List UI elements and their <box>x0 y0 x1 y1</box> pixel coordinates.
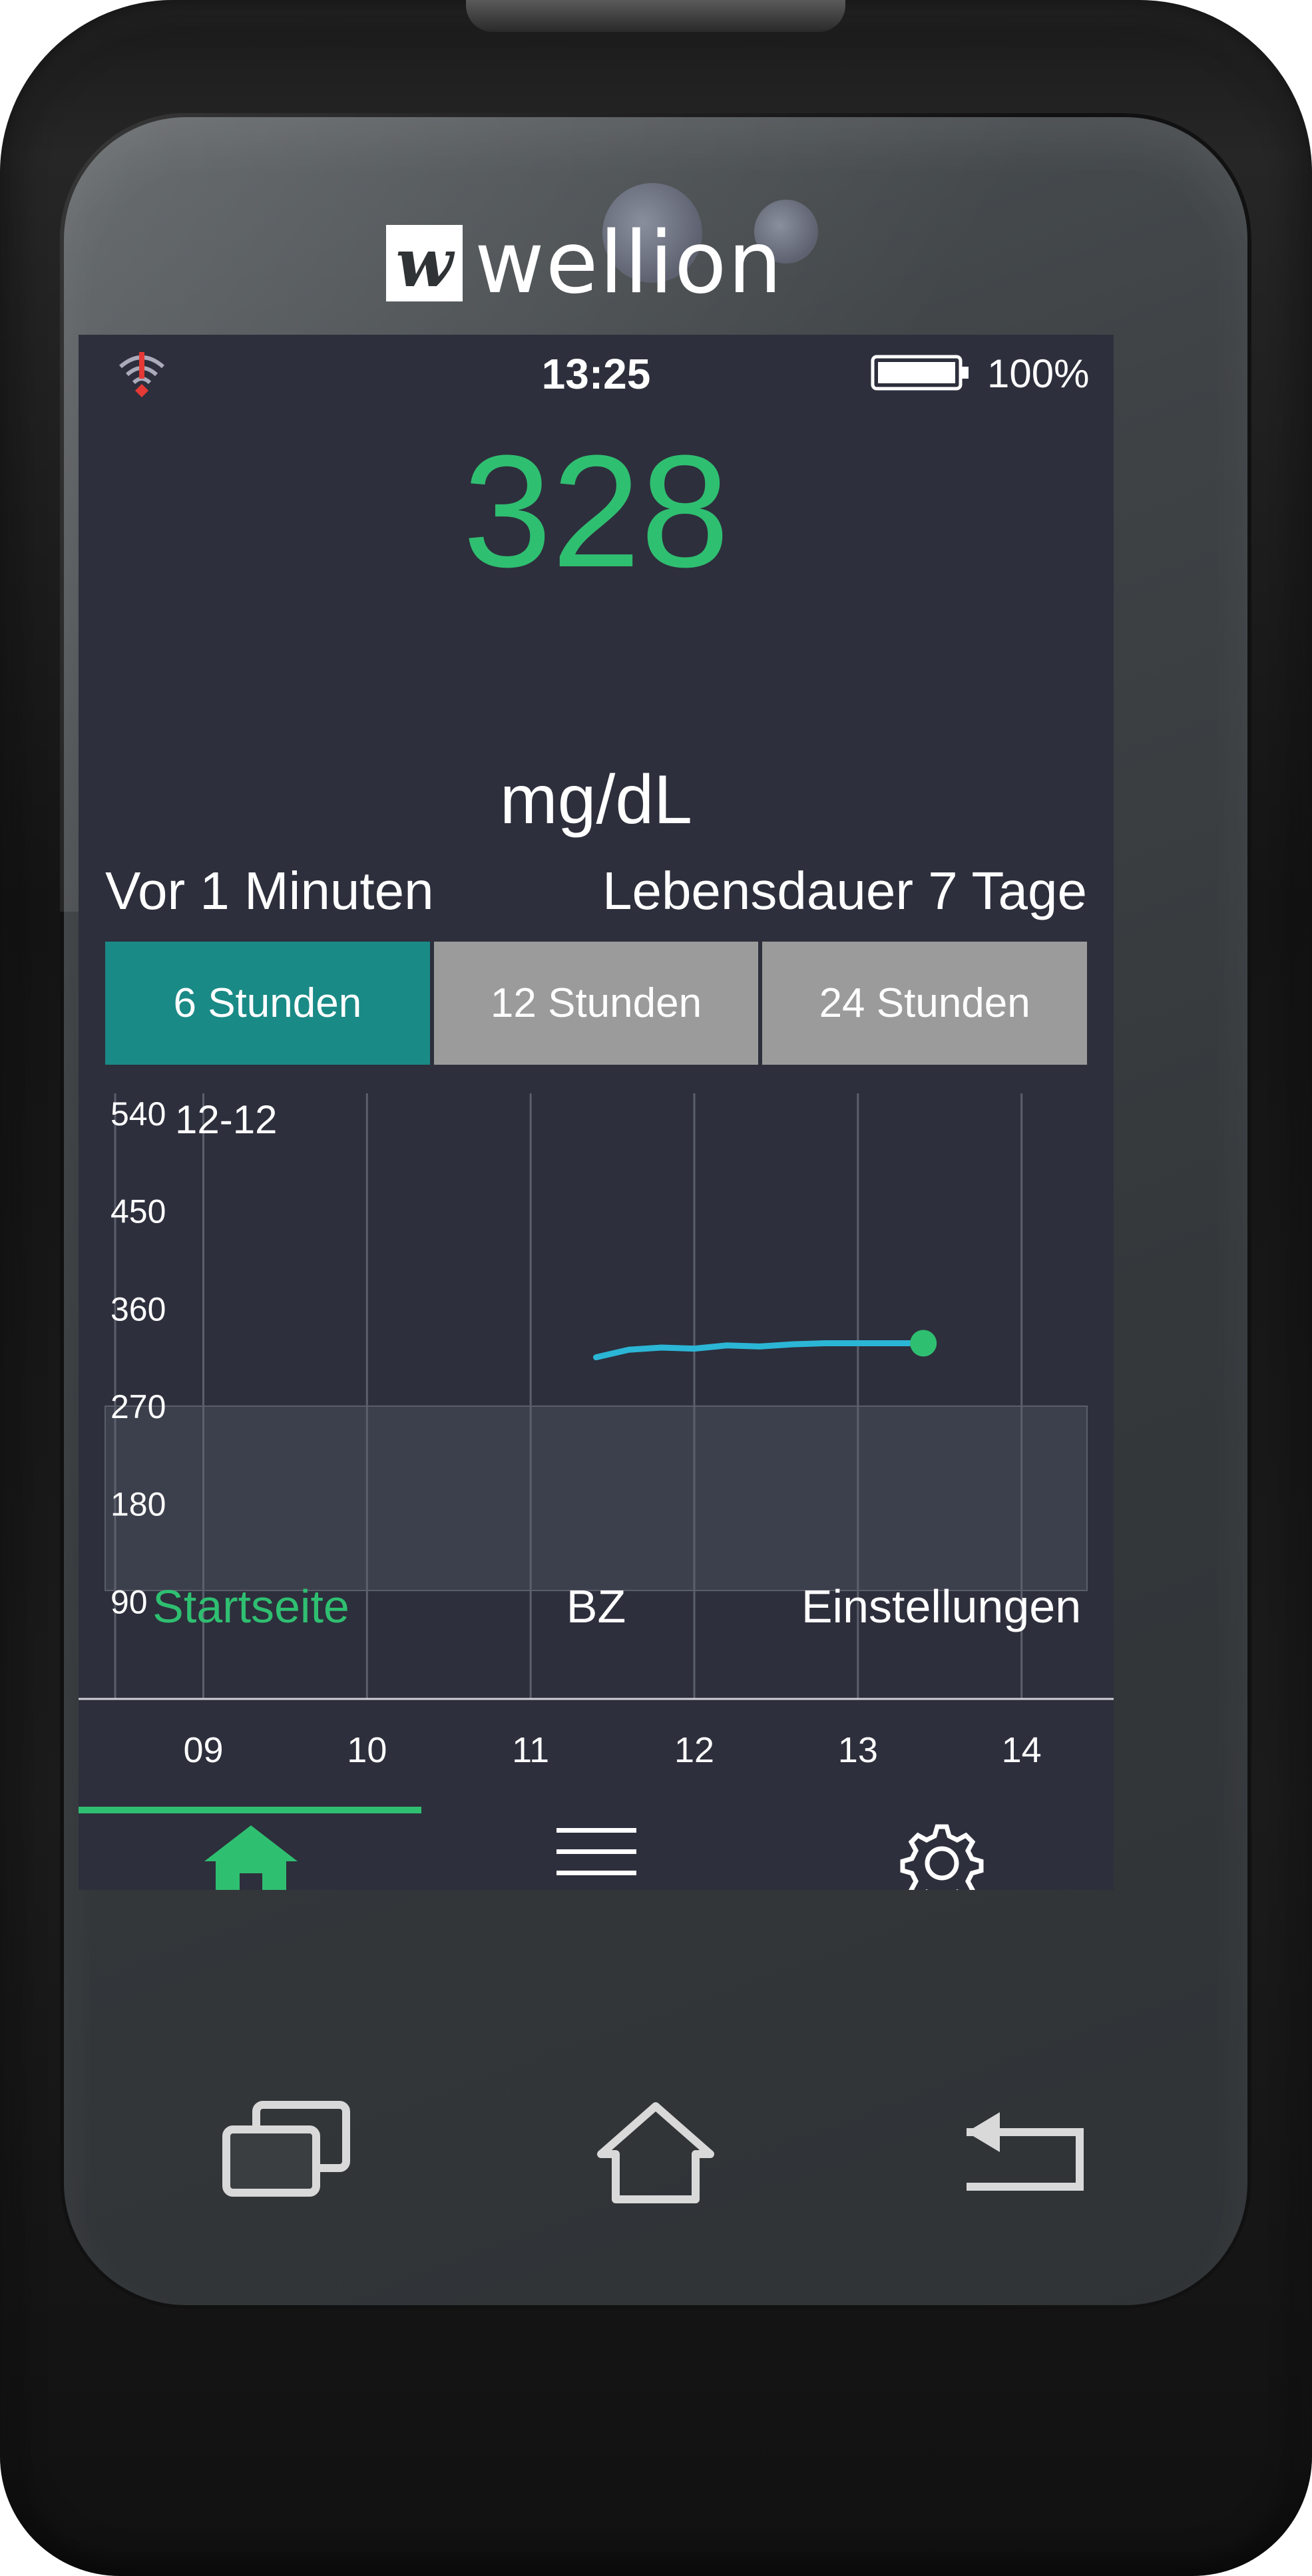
glucose-meter-device: w wellion 13:25 100% 328 mg/dL Vor 1 Min… <box>0 0 1312 2576</box>
nav-label-startseite: Startseite <box>152 1580 349 1632</box>
back-icon[interactable] <box>959 2110 1098 2196</box>
data-point <box>594 1355 598 1360</box>
glucose-chart-svg: 5404503602701809009 10 11 12 13 1412-12 <box>79 1093 1114 1770</box>
latest-reading-point <box>910 1330 937 1357</box>
reading-age: Vor 1 Minuten <box>105 861 434 920</box>
home-icon <box>204 1825 298 1890</box>
glucose-chart: 540 450 360 270 180 90 09 10 11 12 13 14 12-12 <box>79 1073 1114 1805</box>
data-point <box>823 1341 827 1346</box>
recent-apps-icon[interactable] <box>220 2100 353 2199</box>
device-top-port <box>466 0 845 32</box>
data-point <box>626 1348 631 1352</box>
glucose-value: 328 <box>463 422 730 600</box>
x-tick-label: 14 <box>1002 1730 1042 1770</box>
data-point <box>659 1346 664 1350</box>
y-tick-label: 450 <box>110 1193 166 1230</box>
y-tick-label: 540 <box>110 1095 166 1133</box>
chart-date-label: 12-12 <box>175 1097 277 1142</box>
data-point <box>855 1341 860 1346</box>
battery-icon <box>871 355 969 391</box>
active-nav-indicator <box>79 1807 421 1813</box>
gear-icon <box>900 1824 984 1890</box>
tab-6-hours[interactable]: 6 Stunden <box>105 942 430 1065</box>
screen: 13:25 100% 328 mg/dL Vor 1 Minuten Leben… <box>79 335 1114 1890</box>
data-point <box>790 1342 795 1347</box>
nav-item-einstellungen[interactable] <box>769 1813 1114 1890</box>
nav-item-startseite[interactable] <box>79 1813 423 1890</box>
glucose-unit: mg/dL <box>499 761 693 838</box>
y-tick-label: 180 <box>110 1486 166 1523</box>
x-tick-label: 09 <box>183 1730 223 1770</box>
data-point <box>889 1341 893 1346</box>
sensor-lifetime: Lebensdauer 7 Tage <box>602 861 1087 920</box>
time-range-tabs: 6 Stunden 12 Stunden 24 Stunden <box>105 942 1088 1065</box>
y-tick-label: 270 <box>110 1388 166 1425</box>
nav-label-bz: BZ <box>566 1580 626 1632</box>
brand-name: wellion <box>475 213 783 313</box>
target-range-band <box>105 1405 1088 1592</box>
x-tick-label: 12 <box>674 1730 714 1770</box>
battery-percentage: 100% <box>987 351 1090 396</box>
tab-24-hours[interactable]: 24 Stunden <box>762 942 1088 1065</box>
data-point <box>725 1343 730 1348</box>
y-tick-label: 360 <box>110 1290 166 1328</box>
status-bar: 13:25 100% <box>79 335 1114 408</box>
brand-mark: w <box>386 224 463 301</box>
x-tick-label: 10 <box>347 1730 387 1770</box>
x-tick-label: 11 <box>512 1730 549 1770</box>
brand-logo: w wellion <box>386 214 783 313</box>
x-tick-label: 13 <box>838 1730 878 1770</box>
nav-label-einstellungen: Einstellungen <box>801 1580 1082 1632</box>
data-point <box>692 1346 696 1351</box>
home-outline-icon[interactable] <box>596 2100 716 2206</box>
nav-item-bz[interactable] <box>423 1813 769 1890</box>
tab-12-hours[interactable]: 12 Stunden <box>433 942 759 1065</box>
data-point <box>758 1344 762 1349</box>
list-icon <box>556 1828 636 1875</box>
